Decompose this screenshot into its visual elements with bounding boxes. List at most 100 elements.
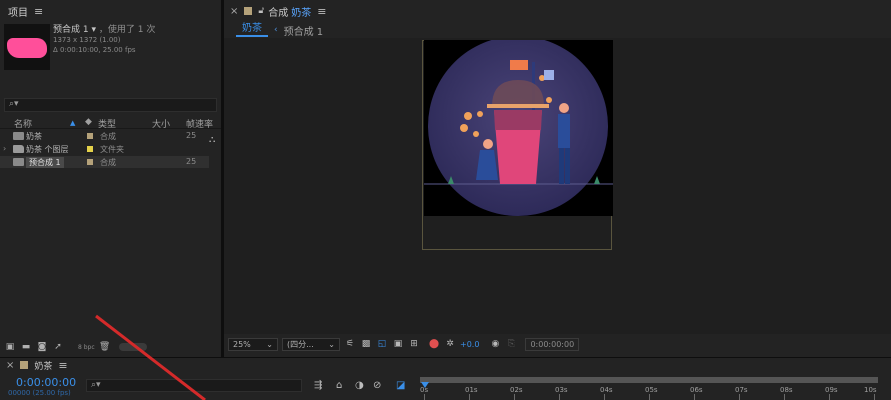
hide-shy-layers-icon[interactable]: ◑ xyxy=(355,380,364,391)
time-ruler[interactable]: 0s 01s 02s 03s 04s 05s 06s 07s 08s 09s 10s xyxy=(420,374,880,400)
lock-icon[interactable]: 🔓︎ xyxy=(258,6,264,16)
thumbnail-preview xyxy=(7,38,47,58)
composition-tab[interactable]: × 🔓︎ 合成 奶茶 ≡ xyxy=(224,0,891,22)
panel-menu-icon[interactable]: ≡ xyxy=(58,359,67,372)
timeline-search-input[interactable]: ⌕▾ xyxy=(86,379,302,392)
close-icon[interactable]: × xyxy=(6,360,14,371)
ruler-tick-label: 0s xyxy=(420,386,429,394)
panel-menu-icon[interactable]: ≡ xyxy=(34,5,43,18)
person-head xyxy=(483,139,493,149)
timeline-current-time[interactable]: 0:00:00:00 xyxy=(16,376,76,389)
boba-ball xyxy=(473,131,479,137)
fast-preview-icon[interactable]: ⚟ xyxy=(344,338,356,350)
plant xyxy=(594,176,600,184)
panel-menu-icon[interactable]: ≡ xyxy=(317,5,326,18)
label-color-swatch[interactable] xyxy=(87,159,93,165)
current-time-display[interactable]: 0:00:00:00 xyxy=(525,337,580,351)
show-snapshot-icon[interactable]: ⎘ xyxy=(505,338,517,350)
project-panel: 项目 ≡ 预合成 1 ▾ ，使用了 1 次 1373 x 1372 (1.00)… xyxy=(0,0,221,357)
item-type: 合成 xyxy=(100,132,116,141)
comp-label-swatch xyxy=(20,361,29,369)
item-name: 奶茶 个图层 xyxy=(26,145,69,154)
expand-arrow-icon[interactable]: › xyxy=(3,144,6,153)
label-color-swatch[interactable] xyxy=(87,133,93,139)
column-size-header[interactable]: 大小 xyxy=(152,117,170,130)
render-queue-icon[interactable]: ➚ xyxy=(52,342,64,352)
ruler-tick-label: 01s xyxy=(465,386,478,394)
label-tag-icon[interactable]: ◆ xyxy=(85,117,92,127)
breadcrumb-current[interactable]: 奶茶 xyxy=(236,23,268,37)
project-item-row[interactable]: › 奶茶 个图层 文件夹 xyxy=(0,143,209,155)
new-folder-icon[interactable]: ▬ xyxy=(20,342,32,352)
breadcrumb-item[interactable]: 预合成 1 xyxy=(284,23,324,38)
mask-visibility-icon[interactable]: ◱ xyxy=(376,338,388,350)
ruler-tick-label: 03s xyxy=(555,386,568,394)
column-name-header[interactable]: 名称 xyxy=(14,117,32,130)
project-tab-title[interactable]: 项目 xyxy=(8,4,28,19)
flowchart-icon[interactable]: ⛬ xyxy=(209,135,215,145)
breadcrumb-separator-icon: ‹ xyxy=(274,25,278,35)
item-framerate: 25 xyxy=(186,131,197,140)
snapshot-camera-icon[interactable]: ◉ xyxy=(489,338,501,350)
item-name: 预合成 1 xyxy=(26,157,64,168)
ruler-tick xyxy=(694,394,695,400)
composition-tab-name[interactable]: 奶茶 xyxy=(291,4,311,19)
thumbnail-toggle[interactable] xyxy=(118,343,147,351)
project-tab[interactable]: 项目 ≡ xyxy=(0,0,221,22)
project-item-row[interactable]: 奶茶 合成 25 xyxy=(0,130,209,142)
timeline-tab[interactable]: × 奶茶 ≡ xyxy=(0,358,891,372)
item-framerate: 25 xyxy=(186,157,197,166)
person-body xyxy=(558,114,570,148)
bit-depth-button[interactable]: 8 bpc xyxy=(78,344,95,351)
close-icon[interactable]: × xyxy=(230,6,238,17)
ruler-tick xyxy=(424,394,425,400)
label-color-swatch[interactable] xyxy=(87,146,93,152)
milk-tea-illustration xyxy=(424,40,613,216)
project-search-input[interactable]: ⌕▾ xyxy=(4,98,217,112)
interpret-footage-icon[interactable]: ▣ xyxy=(4,342,16,352)
ruler-tick-label: 05s xyxy=(645,386,658,394)
composition-mini-flowchart-icon[interactable]: ⇶ xyxy=(314,380,322,391)
new-composition-icon[interactable]: ◙ xyxy=(36,342,48,352)
color-channels-icon[interactable]: ⬤ xyxy=(428,338,440,350)
draft-3d-icon[interactable]: ⌂ xyxy=(336,380,342,391)
graph-editor-icon[interactable]: ◪ xyxy=(396,380,405,391)
sort-ascending-icon[interactable]: ▲ xyxy=(70,119,75,127)
boba-ball xyxy=(460,124,468,132)
project-item-info: 预合成 1 ▾ ，使用了 1 次 1373 x 1372 (1.00) Δ 0:… xyxy=(53,25,155,55)
resolution-select[interactable]: (四分... ⌄ xyxy=(282,337,340,351)
dropdown-arrow-icon[interactable]: ▾ xyxy=(91,25,96,35)
timeline-tab-name[interactable]: 奶茶 xyxy=(34,359,52,372)
composition-canvas[interactable] xyxy=(424,40,613,216)
composition-toolbar: 25% ⌄ (四分... ⌄ ⚟ ▩ ◱ ▣ ⊞ ⬤ ✲ +0.0 ◉ ⎘ 0:… xyxy=(224,336,891,352)
item-duration: Δ 0:00:10:00, 25.00 fps xyxy=(53,46,136,54)
guides-icon[interactable]: ⊞ xyxy=(408,338,420,350)
resolution-value: (四分... xyxy=(287,339,314,349)
composition-icon xyxy=(13,132,24,140)
composition-icon xyxy=(13,158,24,166)
trash-icon[interactable]: 🗑 xyxy=(99,342,111,352)
column-type-header[interactable]: 类型 xyxy=(98,117,116,130)
ruler-tick xyxy=(784,394,785,400)
transparency-grid-icon[interactable]: ▩ xyxy=(360,338,372,350)
work-area-bar[interactable] xyxy=(420,377,878,383)
column-framerate-header[interactable]: 帧速率 xyxy=(186,117,213,130)
exposure-value[interactable]: +0.0 xyxy=(460,340,479,349)
selected-item-name: 预合成 1 xyxy=(53,25,89,35)
composition-viewer[interactable] xyxy=(224,38,891,334)
composition-tab-prefix[interactable]: 合成 xyxy=(268,4,288,19)
magnification-value: 25% xyxy=(233,339,251,349)
project-item-row[interactable]: 预合成 1 合成 25 xyxy=(0,156,209,168)
motion-blur-icon[interactable]: ⊘ xyxy=(373,380,381,391)
exposure-reset-icon[interactable]: ✲ xyxy=(444,338,456,350)
ruler-tick-label: 10s xyxy=(864,386,877,394)
item-usage-count: ，使用了 1 次 xyxy=(98,25,156,35)
ruler-tick xyxy=(514,394,515,400)
picture-frame xyxy=(544,70,554,80)
ruler-tick-label: 04s xyxy=(600,386,613,394)
magnification-select[interactable]: 25% ⌄ xyxy=(228,337,278,351)
person-head xyxy=(559,103,569,113)
region-of-interest-icon[interactable]: ▣ xyxy=(392,338,404,350)
ruler-tick xyxy=(649,394,650,400)
ruler-tick xyxy=(739,394,740,400)
